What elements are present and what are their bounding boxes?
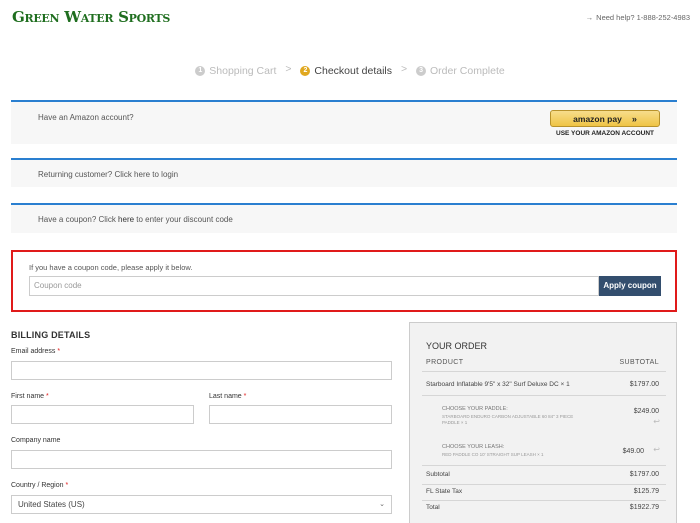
- step-label: Shopping Cart: [209, 65, 277, 77]
- step-order-complete: 3 Order Complete: [416, 65, 505, 77]
- chevron-down-icon: ⌄: [379, 501, 385, 508]
- addon-paddle-line2: PADDLE × 1: [442, 420, 468, 425]
- double-chevron-icon: »: [631, 113, 637, 124]
- billing-details-title: BILLING DETAILS: [11, 330, 91, 340]
- country-label-text: Country / Region: [11, 482, 64, 489]
- divider: [422, 465, 666, 466]
- divider: [422, 371, 666, 372]
- step-label: Checkout details: [314, 65, 393, 77]
- total-label: Total: [426, 504, 440, 511]
- country-value: United States (US): [18, 500, 85, 509]
- step-checkout-details: 2 Checkout details: [300, 65, 392, 77]
- step-shopping-cart[interactable]: 1 Shopping Cart: [195, 65, 276, 77]
- order-summary: YOUR ORDER PRODUCT SUBTOTAL Starboard In…: [409, 322, 677, 523]
- login-notice-text: Returning customer? Click here to login: [38, 170, 178, 179]
- step-number: 2: [300, 66, 311, 76]
- order-item-price: $1797.00: [629, 381, 659, 388]
- email-label: Email address *: [11, 348, 60, 355]
- addon-leash-desc: RED PADDLE CO 10' STRAIGHT SUP LEASH × 1: [442, 452, 544, 457]
- coupon-notice-text: Have a coupon? Click here to enter your …: [38, 215, 233, 224]
- required-mark: *: [46, 393, 49, 400]
- coupon-suffix: to enter your discount code: [134, 215, 233, 224]
- amazon-question: Have an Amazon account?: [38, 113, 134, 122]
- subtotal-value: $1797.00: [629, 471, 659, 478]
- order-item-name: Starboard Inflatable 9'5" x 32" Surf Del…: [426, 381, 570, 388]
- site-logo[interactable]: Green Water Sports: [12, 8, 170, 26]
- email-field[interactable]: [11, 361, 392, 380]
- last-name-field[interactable]: [209, 405, 392, 424]
- step-label: Order Complete: [430, 65, 505, 77]
- tax-value: $125.79: [633, 488, 659, 495]
- chevron-right-icon: >: [400, 63, 408, 75]
- apply-coupon-button[interactable]: Apply coupon: [599, 276, 661, 296]
- amazon-caption: USE YOUR AMAZON ACCOUNT: [556, 130, 654, 137]
- login-link[interactable]: Click here to login: [114, 170, 178, 179]
- country-select[interactable]: United States (US) ⌄: [11, 495, 392, 514]
- first-name-label-text: First name: [11, 393, 45, 400]
- amazon-pay-notice: Have an Amazon account? amazon pay » USE…: [11, 100, 677, 144]
- total-value: $1922.79: [629, 504, 659, 511]
- addon-paddle-title: CHOOSE YOUR PADDLE:: [442, 406, 508, 412]
- step-number: 1: [195, 66, 206, 76]
- subtotal-column-header: SUBTOTAL: [619, 359, 659, 366]
- addon-paddle-price: $249.00: [633, 408, 659, 415]
- country-label: Country / Region *: [11, 482, 68, 489]
- coupon-toggle-link[interactable]: here: [118, 215, 134, 224]
- product-column-header: PRODUCT: [426, 359, 464, 366]
- required-mark: *: [65, 482, 69, 489]
- last-name-label-text: Last name: [209, 393, 242, 400]
- amazon-pay-button[interactable]: amazon pay »: [550, 110, 660, 127]
- coupon-code-input[interactable]: Coupon code: [29, 276, 599, 296]
- required-mark: *: [57, 348, 61, 355]
- first-name-label: First name *: [11, 393, 49, 400]
- last-name-label: Last name *: [209, 393, 246, 400]
- undo-icon[interactable]: ↩: [653, 417, 660, 426]
- undo-icon[interactable]: ↩: [653, 445, 660, 454]
- login-notice: Returning customer? Click here to login: [11, 158, 677, 187]
- first-name-field[interactable]: [11, 405, 194, 424]
- login-prefix: Returning customer?: [38, 170, 115, 179]
- subtotal-label: Subtotal: [426, 471, 450, 478]
- email-label-text: Email address: [11, 348, 56, 355]
- coupon-notice: Have a coupon? Click here to enter your …: [11, 203, 677, 233]
- help-phone[interactable]: → Need help? 1-888-252-4983: [586, 13, 690, 22]
- chevron-right-icon: >: [285, 63, 292, 75]
- help-phone-text: Need help? 1-888-252-4983: [596, 13, 690, 22]
- coupon-form: If you have a coupon code, please apply …: [11, 250, 677, 312]
- divider: [422, 395, 666, 396]
- addon-leash-price: $49.00: [622, 448, 644, 455]
- company-label: Company name: [11, 437, 61, 444]
- order-title: YOUR ORDER: [426, 341, 488, 351]
- divider: [422, 484, 666, 485]
- company-field[interactable]: [11, 450, 392, 469]
- amazon-pay-label: amazon pay: [573, 113, 622, 124]
- addon-leash-title: CHOOSE YOUR LEASH:: [442, 444, 505, 450]
- divider: [422, 500, 666, 501]
- coupon-prefix: Have a coupon? Click: [38, 215, 119, 224]
- step-number: 3: [416, 66, 427, 76]
- checkout-steps: 1 Shopping Cart > 2 Checkout details > 3…: [0, 63, 700, 77]
- required-mark: *: [243, 393, 247, 400]
- coupon-hint: If you have a coupon code, please apply …: [29, 263, 193, 272]
- arrow-right-icon: →: [585, 13, 594, 22]
- tax-label: FL State Tax: [426, 488, 463, 495]
- addon-paddle-desc: STARBOARD ENDURO CARBON ADJUSTABLE 60 84…: [442, 414, 573, 426]
